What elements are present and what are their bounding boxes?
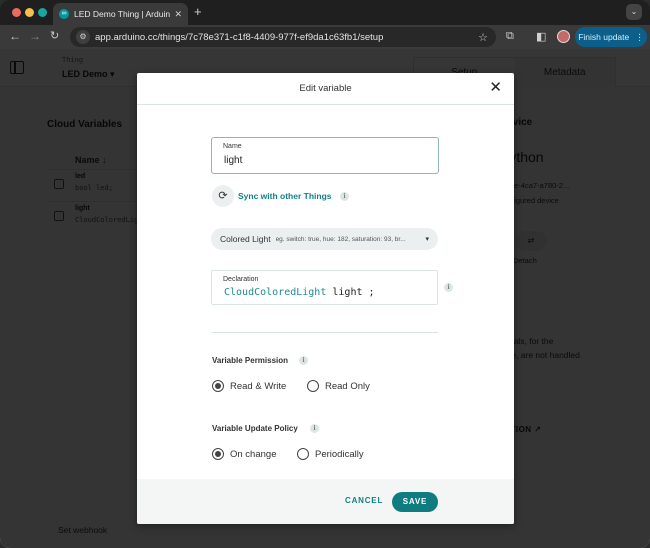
read-write-radio[interactable]: Read & Write [212, 380, 286, 392]
finish-update-label: Finish update [578, 32, 630, 42]
radio-label: On change [230, 448, 277, 460]
profile-avatar[interactable] [557, 30, 570, 43]
arduino-logo-icon: ∞ [59, 9, 69, 19]
browser-tab[interactable]: ∞ LED Demo Thing | Arduino Cl ✕ [53, 3, 188, 25]
dialog-header: Edit variable ✕ [137, 73, 514, 105]
periodically-radio[interactable]: Periodically [297, 448, 364, 460]
caret-down-icon: ▾ [425, 236, 429, 243]
dialog-footer: CANCEL SAVE [137, 479, 514, 524]
info-icon[interactable]: i [444, 283, 453, 292]
on-change-radio[interactable]: On change [212, 448, 276, 460]
type-name: Colored Light [220, 234, 271, 244]
tab-search-button[interactable]: ⌄ [626, 4, 642, 20]
extensions-icon[interactable]: ⧉ [506, 30, 514, 43]
url-text[interactable]: app.arduino.cc/things/7c78e371-c1f8-4409… [95, 32, 478, 43]
info-icon[interactable]: i [299, 356, 308, 365]
radio-label: Read Only [325, 380, 370, 392]
info-icon[interactable]: i [310, 424, 319, 433]
variable-update-policy-title: Variable Update Policy [212, 424, 298, 433]
name-input[interactable]: Name light [211, 137, 439, 174]
radio-unchecked-icon[interactable] [297, 448, 309, 460]
finish-update-button[interactable]: Finish update ⋮ [575, 27, 647, 47]
close-icon[interactable]: ✕ [489, 80, 502, 95]
name-label: Name [223, 143, 242, 150]
radio-checked-icon[interactable] [212, 380, 224, 392]
radio-unchecked-icon[interactable] [307, 380, 319, 392]
address-bar[interactable]: ⚙ app.arduino.cc/things/7c78e371-c1f8-44… [70, 27, 496, 47]
site-info-icon[interactable]: ⚙ [76, 30, 90, 44]
variable-type-select[interactable]: Colored Light eg. switch: true, hue: 182… [211, 228, 438, 250]
maximize-window-button[interactable] [38, 8, 47, 17]
close-window-button[interactable] [12, 8, 21, 17]
sync-with-other-things-link[interactable]: Sync with other Things [238, 191, 332, 201]
save-button[interactable]: SAVE [392, 492, 438, 512]
close-tab-icon[interactable]: ✕ [174, 9, 182, 20]
read-only-radio[interactable]: Read Only [307, 380, 370, 392]
browser-window: ∞ LED Demo Thing | Arduino Cl ✕ + ⌄ ← → … [0, 0, 650, 548]
browser-toolbar: ← → ↻ ⚙ app.arduino.cc/things/7c78e371-c… [0, 25, 650, 49]
declaration-field: Declaration CloudColoredLight light ; [211, 270, 438, 305]
declaration-variable: light ; [332, 287, 375, 298]
declaration-label: Declaration [223, 276, 259, 283]
tab-title: LED Demo Thing | Arduino Cl [74, 9, 171, 19]
bookmark-star-icon[interactable]: ☆ [478, 31, 488, 44]
declaration-type: CloudColoredLight [224, 287, 327, 298]
info-icon[interactable]: i [340, 192, 349, 201]
variable-permission-title: Variable Permission [212, 356, 289, 365]
new-tab-button[interactable]: + [194, 4, 202, 19]
forward-icon[interactable]: → [29, 29, 41, 43]
reload-icon[interactable]: ↻ [50, 29, 59, 42]
cancel-button[interactable]: CANCEL [345, 496, 383, 505]
declaration-code: CloudColoredLight light ; [224, 287, 375, 298]
type-example: eg. switch: true, hue: 182, saturation: … [275, 235, 406, 243]
more-icon: ⋮ [635, 31, 644, 42]
radio-label: Periodically [315, 448, 364, 460]
side-panel-icon[interactable]: ◧ [536, 30, 546, 43]
tab-bar: ∞ LED Demo Thing | Arduino Cl ✕ + ⌄ [0, 0, 650, 25]
minimize-window-button[interactable] [25, 8, 34, 17]
back-icon[interactable]: ← [9, 29, 21, 43]
edit-variable-dialog: Edit variable ✕ Name light ⟳ Sync with o… [137, 73, 514, 524]
radio-checked-icon[interactable] [212, 448, 224, 460]
divider [211, 332, 438, 333]
sync-icon[interactable]: ⟳ [212, 185, 234, 207]
radio-label: Read & Write [230, 380, 287, 392]
name-value[interactable]: light [224, 155, 242, 166]
dialog-title: Edit variable [299, 83, 352, 94]
